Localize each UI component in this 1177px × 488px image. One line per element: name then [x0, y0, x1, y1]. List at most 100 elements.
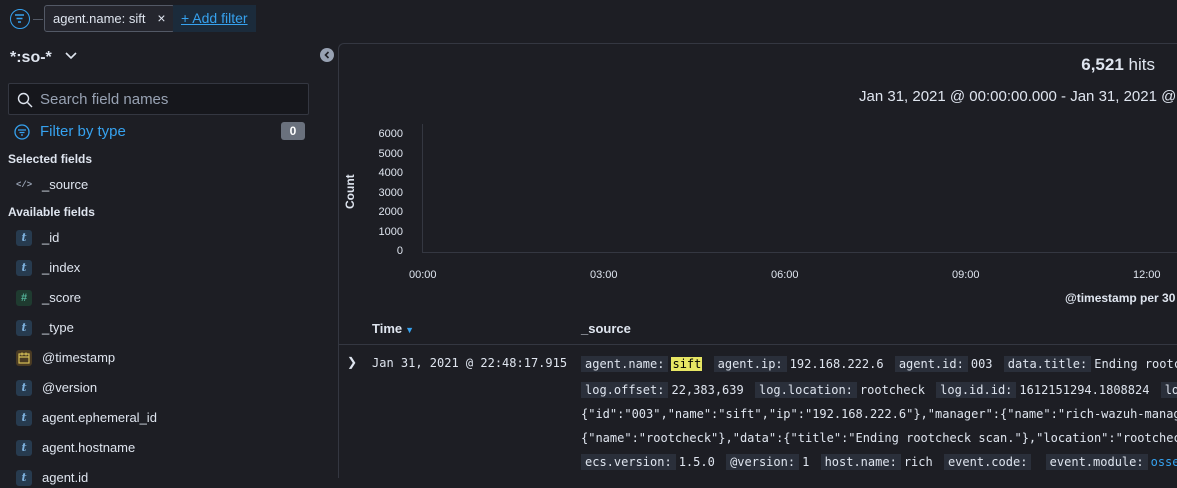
field-name: agent.id — [42, 470, 89, 485]
filter-connector — [33, 19, 43, 20]
string-type-icon: t — [16, 320, 32, 336]
time-column-header[interactable]: Time ▼ — [372, 321, 414, 336]
field-name: agent.hostname — [42, 440, 136, 455]
x-axis-label: @timestamp per 30 — [1065, 291, 1176, 305]
hits-label: hits — [1128, 55, 1155, 74]
x-tick: 00:00 — [409, 269, 437, 281]
sort-down-icon[interactable]: ▼ — [405, 325, 414, 335]
source-kv: data.title:Ending rootche — [1003, 356, 1177, 372]
source-link-value[interactable]: ossec — [1151, 455, 1177, 469]
source-key: @version: — [726, 454, 800, 470]
source-line: log.offset: 22,383,639 log.location: rootc… — [581, 382, 1177, 405]
y-tick: 3000 — [378, 187, 403, 199]
index-pattern-title[interactable]: *:so-* — [10, 49, 52, 67]
source-key: log.location: — [754, 382, 857, 398]
source-kv: log. — [1160, 382, 1177, 398]
y-tick: 2000 — [378, 206, 403, 218]
source-line: ecs.version: 1.5.0 @version: 1 host.name: r… — [581, 454, 1177, 477]
source-kv: @version: 1 — [726, 454, 810, 470]
source-key: agent.ip: — [713, 356, 787, 372]
search-icon — [17, 92, 33, 108]
selected-fields-title: Selected fields — [8, 152, 93, 166]
field-search[interactable] — [8, 83, 309, 115]
field-sidebar: *:so-* Filter by type 0 Selected fields … — [0, 40, 322, 486]
source-value: 1.5.0 — [678, 455, 715, 469]
number-type-icon: # — [16, 290, 32, 306]
source-key: event.module: — [1045, 454, 1148, 470]
filter-by-type-label: Filter by type — [40, 123, 126, 140]
source-line: agent.name: sift agent.ip: 192.168.222.6 a… — [581, 356, 1177, 379]
y-tick: 5000 — [378, 148, 403, 160]
x-tick: 03:00 — [590, 269, 618, 281]
source-key: agent.name: — [581, 356, 669, 372]
hits-number: 6,521 — [1081, 55, 1124, 74]
search-input[interactable] — [40, 84, 300, 114]
field-name: _source — [42, 177, 89, 192]
filter-count-badge: 0 — [281, 122, 305, 140]
source-json-line: {"id":"003","name":"sift","ip":"192.168.… — [581, 407, 1177, 421]
x-tick: 06:00 — [771, 269, 799, 281]
field-name: _id — [42, 230, 60, 245]
hits-count: 6,521 hits — [1081, 55, 1155, 75]
string-type-icon: t — [16, 380, 32, 396]
close-icon[interactable]: × — [157, 6, 165, 31]
source-key: host.name: — [820, 454, 901, 470]
source-kv: ecs.version: 1.5.0 — [581, 454, 715, 470]
y-tick: 1000 — [378, 226, 403, 238]
source-value: rootcheck — [859, 383, 925, 397]
results-panel: 6,521 hits Jan 31, 2021 @ 00:00:00.000 -… — [338, 43, 1177, 478]
source-kv: host.name: rich — [820, 454, 933, 470]
source-key: agent.id: — [894, 356, 968, 372]
filter-pill[interactable]: agent.name: sift × — [44, 5, 175, 32]
add-filter-button[interactable]: + Add filter — [173, 5, 256, 32]
source-value: Ending rootche — [1094, 357, 1177, 371]
source-value: 1 — [802, 455, 810, 469]
string-type-icon: t — [16, 260, 32, 276]
y-tick: 4000 — [378, 167, 403, 179]
collapse-sidebar-icon[interactable] — [320, 48, 334, 62]
string-type-icon: t — [16, 470, 32, 486]
string-type-icon: t — [16, 410, 32, 426]
source-kv: agent.ip: 192.168.222.6 — [713, 356, 884, 372]
calendar-icon — [16, 350, 32, 366]
string-type-icon: t — [16, 440, 32, 456]
source-value: 22,383,639 — [671, 383, 744, 397]
x-tick: 09:00 — [952, 269, 980, 281]
filter-icon — [14, 124, 30, 140]
field-name: _score — [42, 290, 82, 305]
source-kv: event.module:ossec — [1045, 454, 1177, 470]
source-kv: log.offset: 22,383,639 — [581, 382, 744, 398]
field-name: _index — [42, 260, 81, 275]
source-json-line: {"name":"rootcheck"},"data":{"title":"En… — [581, 431, 1177, 445]
field-name: _type — [42, 320, 74, 335]
row-timestamp: Jan 31, 2021 @ 22:48:17.915 — [372, 356, 568, 370]
source-key: ecs.version: — [581, 454, 676, 470]
source-kv: log.id.id: 1612151294.1808824 — [936, 382, 1150, 398]
source-kv: log.location: rootcheck — [754, 382, 925, 398]
source-kv: agent.name: sift — [581, 356, 703, 372]
field-name: agent.ephemeral_id — [42, 410, 157, 425]
expand-row-icon[interactable]: ❯ — [347, 355, 357, 369]
source-code-icon: </> — [16, 180, 33, 190]
string-type-icon: t — [16, 230, 32, 246]
source-key: data.title: — [1003, 356, 1092, 372]
source-column-header: _source — [581, 321, 631, 336]
filter-menu-icon[interactable] — [10, 9, 30, 29]
date-range: Jan 31, 2021 @ 00:00:00.000 - Jan 31, 20… — [859, 88, 1177, 105]
x-tick: 12:00 — [1133, 269, 1161, 281]
y-tick: 6000 — [378, 128, 403, 140]
row-divider — [339, 344, 1177, 345]
source-value: 003 — [970, 357, 993, 371]
y-axis-line — [422, 124, 423, 252]
source-key: log.offset: — [581, 382, 669, 398]
source-value: 1612151294.1808824 — [1019, 383, 1150, 397]
x-axis-line — [422, 252, 1177, 253]
source-value: 192.168.222.6 — [789, 357, 884, 371]
y-tick: 0 — [396, 245, 403, 257]
doc-table-header: Time ▼ _source — [339, 319, 1177, 343]
filter-bar: agent.name: sift × + Add filter — [0, 0, 1177, 40]
source-kv: event.code: — [943, 454, 1034, 470]
source-key: log.id.id: — [936, 382, 1017, 398]
chevron-down-icon[interactable] — [65, 52, 77, 60]
field-name: @timestamp — [42, 350, 116, 365]
